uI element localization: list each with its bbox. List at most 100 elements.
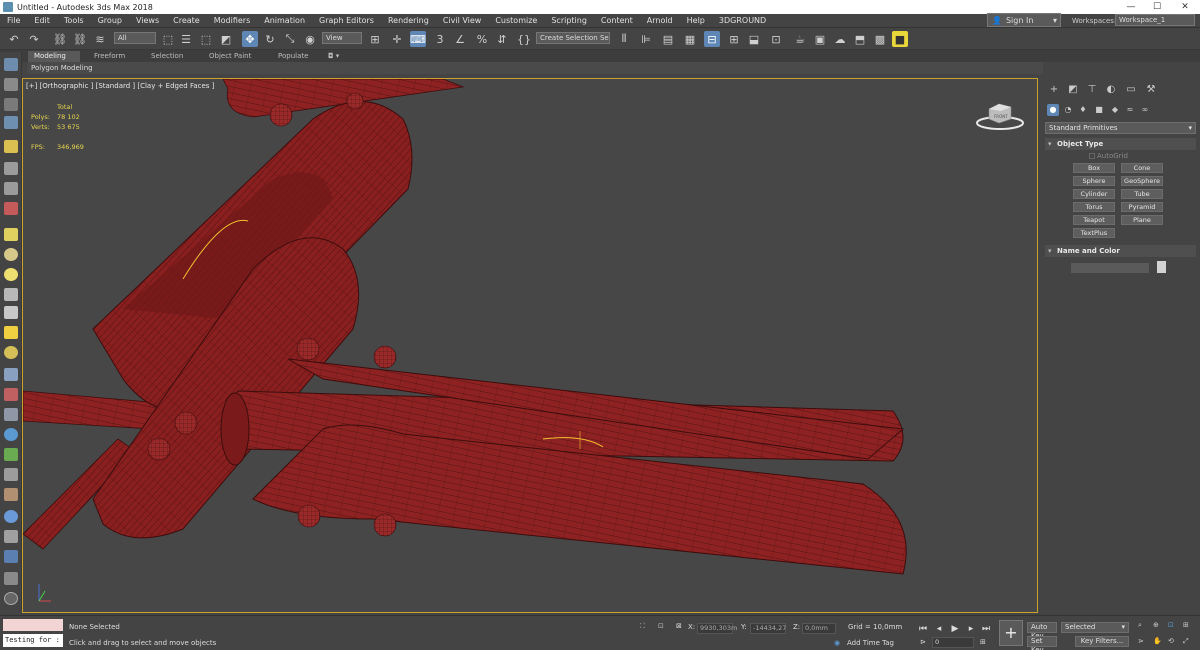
close-icon[interactable]: ✕ (1172, 0, 1198, 14)
tree-icon[interactable] (4, 448, 18, 461)
grid-icon[interactable] (4, 116, 18, 129)
ribbon-options-icon[interactable]: ◘ ▾ (322, 51, 345, 62)
plane-button[interactable]: Plane (1121, 215, 1163, 225)
go-to-end-icon[interactable]: ⏭ (981, 624, 991, 634)
help-icon[interactable] (4, 592, 18, 605)
next-frame-icon[interactable]: ▸ (966, 624, 976, 634)
shapes-icon[interactable]: ◔ (1062, 104, 1074, 116)
bind-spacewarp-icon[interactable]: ≋ (92, 31, 108, 47)
menu-edit[interactable]: Edit (27, 16, 57, 25)
ref-coord-dropdown[interactable]: View (322, 32, 362, 44)
rendered-frame-icon[interactable]: ☕ (792, 31, 808, 47)
window-crossing-icon[interactable]: ◩ (218, 31, 234, 47)
ribbon-tab-populate[interactable]: Populate (272, 51, 314, 62)
autogrid-checkbox[interactable] (1089, 153, 1095, 159)
minimize-icon[interactable]: — (1118, 0, 1144, 14)
menu-help[interactable]: Help (680, 16, 712, 25)
lights-icon[interactable]: ♦ (1077, 104, 1089, 116)
ball-icon[interactable] (4, 346, 18, 359)
select-by-name-icon[interactable]: ☰ (178, 31, 194, 47)
utilities-icon[interactable]: ⚒ (1145, 84, 1157, 96)
ruler-icon[interactable] (4, 368, 18, 381)
ribbon-tab-object-paint[interactable]: Object Paint (203, 51, 257, 62)
create-icon[interactable]: + (1048, 84, 1060, 96)
viewcube-icon[interactable]: FRONT (975, 97, 1025, 131)
schematic-view-icon[interactable]: ⊞ (726, 31, 742, 47)
sign-in-button[interactable]: 👤 Sign In ▾ (987, 13, 1061, 27)
pan-icon[interactable]: ✋ (1153, 635, 1162, 647)
ribbon-tab-selection[interactable]: Selection (145, 51, 189, 62)
scene-explorer-icon[interactable] (4, 78, 18, 91)
display-icon[interactable]: ▭ (1125, 84, 1137, 96)
go-to-start-icon[interactable]: ⏮ (918, 624, 928, 634)
cylinder-button[interactable]: Cylinder (1073, 189, 1115, 199)
redo-icon[interactable]: ↷ (26, 31, 42, 47)
a360-icon[interactable]: ▩ (872, 31, 888, 47)
network-icon[interactable] (4, 408, 18, 421)
zoom-extents-all-icon[interactable]: ⊞ (1183, 619, 1189, 631)
key-selection-dropdown[interactable]: Selected ▾ (1061, 622, 1129, 633)
pyramid-button[interactable]: Pyramid (1121, 202, 1163, 212)
object-color-swatch[interactable] (1157, 261, 1166, 273)
play-icon[interactable]: ▶ (950, 624, 960, 634)
orbit-icon[interactable]: ⟲ (1168, 635, 1174, 647)
material-editor-icon[interactable]: ⬓ (746, 31, 762, 47)
render-setup-icon[interactable]: ⊡ (768, 31, 784, 47)
zoom-all-icon[interactable]: ⊕ (1153, 619, 1159, 631)
rect-selection-icon[interactable]: ⬚ (198, 31, 214, 47)
isolate-icon[interactable]: ⊡ (658, 620, 664, 632)
name-color-rollout[interactable]: Name and Color (1045, 245, 1196, 257)
maximize-viewport-icon[interactable]: ⤢ (1183, 635, 1189, 647)
menu-file[interactable]: File (0, 16, 27, 25)
current-frame-field[interactable]: 0 (932, 637, 974, 648)
maximize-icon[interactable]: ☐ (1144, 0, 1170, 14)
tube-button[interactable]: Tube (1121, 189, 1163, 199)
named-selection-dropdown[interactable]: Create Selection Se (536, 32, 610, 44)
device-icon[interactable] (4, 572, 18, 585)
workspace-select[interactable]: Workspace_1 (1115, 14, 1195, 26)
auto-key-button[interactable]: Auto Key (1027, 622, 1057, 640)
render-icon[interactable]: ▣ (812, 31, 828, 47)
cameras-icon[interactable]: ■ (1093, 104, 1105, 116)
menu-content[interactable]: Content (594, 16, 640, 25)
add-time-tag[interactable]: Add Time Tag (847, 637, 894, 649)
y-coordinate-field[interactable]: -14434,27 (750, 623, 786, 634)
transform-type-in-icon[interactable]: ⊠ (676, 620, 682, 632)
script-icon[interactable] (4, 530, 18, 543)
motion-icon[interactable]: ◐ (1105, 84, 1117, 96)
teapot-button[interactable]: Teapot (1073, 215, 1115, 225)
selection-filter-dropdown[interactable]: All (114, 32, 156, 44)
keyboard-shortcut-icon[interactable]: ⌨ (410, 31, 426, 47)
ribbon-tab-modeling[interactable]: Modeling (28, 51, 80, 62)
link-icon[interactable]: ⛓ (52, 31, 68, 47)
light-icon[interactable] (4, 140, 18, 153)
z-coordinate-field[interactable]: 0,0mm (802, 623, 836, 634)
menu-scripting[interactable]: Scripting (544, 16, 594, 25)
cloth-icon[interactable] (4, 488, 18, 501)
percent-snap-icon[interactable]: % (474, 31, 490, 47)
hierarchy-icon[interactable]: ⊤ (1086, 84, 1098, 96)
manipulate-icon[interactable]: ✛ (389, 31, 405, 47)
modifier-icon[interactable] (4, 182, 18, 195)
tool-icon[interactable] (4, 388, 18, 401)
eye-icon[interactable] (4, 288, 18, 301)
particles-icon[interactable] (4, 202, 18, 215)
select-object-icon[interactable]: ⬚ (160, 31, 176, 47)
menu-create[interactable]: Create (166, 16, 207, 25)
torus-button[interactable]: Torus (1073, 202, 1115, 212)
material-icon[interactable] (4, 510, 18, 523)
menu-3dground[interactable]: 3DGROUND (712, 16, 773, 25)
rotate-icon[interactable]: ↻ (262, 31, 278, 47)
sphere-icon[interactable] (4, 268, 18, 281)
edit-named-sel-icon[interactable]: {} (516, 31, 532, 47)
brush-icon[interactable] (4, 162, 18, 175)
key-mode-icon[interactable]: ⊳ (920, 636, 926, 648)
sun-icon[interactable] (4, 326, 18, 339)
fov-icon[interactable]: ⋗ (1138, 635, 1144, 647)
maxscript-input[interactable]: Testing for : (3, 634, 63, 647)
align-icon[interactable]: ⊫ (638, 31, 654, 47)
ribbon-panel-label[interactable]: Polygon Modeling (27, 62, 1043, 74)
globe-icon[interactable] (4, 428, 18, 441)
mirror-icon[interactable]: ⫴ (616, 31, 632, 47)
menu-rendering[interactable]: Rendering (381, 16, 436, 25)
